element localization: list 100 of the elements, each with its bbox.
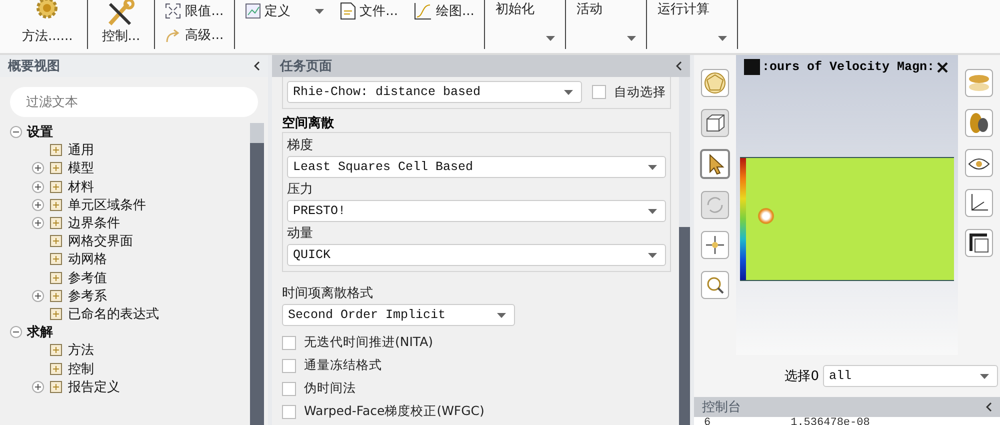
chart-icon [244,3,261,19]
dropdown-caret-icon [546,36,556,41]
checkbox-label: Warped-Face梯度校正(WFGC) [304,403,484,420]
tree-item[interactable]: 设置 [27,123,53,142]
axes-icon[interactable] [965,189,993,217]
dropdown-caret-icon [314,8,324,14]
ribbon-button[interactable]: 绘图... [436,2,474,20]
tree-item[interactable]: 材料 [68,178,94,196]
dropdown[interactable]: PRESTO! [287,200,666,222]
field-label: 梯度 [287,137,314,154]
checkbox[interactable] [282,382,296,396]
expand-toggle[interactable] [32,380,44,393]
dropdown-caret-icon [648,252,657,258]
expand-toggle[interactable] [32,162,44,174]
expand-toggle[interactable] [32,198,44,211]
dropdown-caret-icon [648,164,657,170]
tree-item[interactable]: 边界条件 [68,214,120,232]
tree-item-icon [49,306,63,321]
square-icon[interactable] [965,229,993,257]
field-label: 压力 [287,181,314,198]
console-text: 6 [704,417,711,425]
ribbon-menu[interactable]: 活动 [576,0,636,18]
tree-item-icon [49,270,63,285]
tree-item[interactable]: 动网格 [68,250,107,268]
checkbox-label: 自动选择 [614,84,666,100]
tree-item-icon [49,198,63,212]
eye-icon[interactable] [965,149,993,177]
checkbox-label: 通量冻结格式 [304,357,382,374]
collapse-toggle[interactable] [10,126,22,138]
ribbon-menu[interactable]: 运行计算 [657,0,728,18]
dropdown-caret-icon [627,36,636,41]
console-text: 1.536478e-08 [790,417,870,425]
tree-item-icon [49,143,63,158]
dropdown[interactable]: Second Order Implicit [282,304,515,326]
tree-item[interactable]: 参考系 [68,286,107,305]
sphere-mesh-icon[interactable] [701,69,729,97]
tree-item-icon [49,216,63,230]
panel-title: 概要视图 [8,58,60,75]
collapse-icon[interactable] [254,61,260,71]
scrollbar[interactable] [679,77,690,425]
dropdown-caret-icon [497,312,506,318]
tree-item[interactable]: 已命名的表达式 [68,304,159,323]
checkbox[interactable] [282,404,296,418]
close-icon[interactable] [936,62,948,72]
tree-item[interactable]: 求解 [27,323,53,342]
ribbon-menu[interactable]: 初始化 [495,0,556,18]
expand-corners-icon [165,3,182,19]
tree-item[interactable]: 参考值 [68,268,107,287]
tree-item-icon [49,362,63,376]
dropdown-caret-icon [564,90,573,94]
checkbox[interactable] [282,358,296,372]
tree-item[interactable]: 模型 [68,159,94,178]
ribbon-button[interactable]: 控制... [102,27,140,45]
curved-arrow-icon [165,27,182,43]
cube-icon[interactable] [701,109,729,137]
dropdown-caret-icon [980,374,989,378]
collapse-icon[interactable] [986,402,992,412]
collapse-icon[interactable] [676,61,682,71]
ribbon-button[interactable]: 方法...... [22,27,73,45]
wrench-screwdriver-icon[interactable] [106,0,136,26]
contour-logo-icon [744,59,760,75]
filter-field[interactable]: 过滤文本 [10,87,258,117]
ribbon-button[interactable]: 定义 [264,2,291,20]
tree-item-icon [49,380,63,394]
tree-item-icon [49,161,63,176]
section-title: 空间离散 [282,114,335,132]
leaf-shapes-icon[interactable] [965,109,993,137]
ribbon-button[interactable]: 文件... [360,2,398,20]
tree-item-icon [49,343,63,358]
tree-item[interactable]: 报告定义 [68,378,120,396]
graphics-title: :ours of Velocity Magn: [762,60,935,74]
panel-title: 控制台 [702,399,741,416]
tree-item[interactable]: 通用 [68,141,94,160]
dropdown-caret-icon [648,208,657,214]
collapse-toggle[interactable] [10,326,22,338]
checkbox[interactable] [592,85,606,99]
dropdown[interactable]: Rhie-Chow: distance based [287,81,582,103]
tree-item[interactable]: 单元区域条件 [68,196,146,214]
panel-title: 任务页面 [280,58,332,75]
dropdown-caret-icon [718,36,728,41]
dropdown[interactable]: QUICK [287,244,666,266]
zoom-icon[interactable] [701,271,729,299]
dropdown[interactable]: Least Squares Cell Based [287,156,666,178]
ribbon-button[interactable]: 限值... [185,2,224,20]
field-label: 动量 [287,225,314,242]
tree-item[interactable]: 控制 [68,360,94,378]
dropdown[interactable]: all [823,365,998,387]
checkbox[interactable] [282,336,296,350]
checkbox-label: 无迭代时间推进(NITA) [304,334,434,351]
expand-toggle[interactable] [32,290,44,302]
expand-toggle[interactable] [32,217,44,230]
expand-toggle[interactable] [32,180,44,193]
tree-item[interactable]: 网格交界面 [68,232,133,250]
pointer-icon[interactable] [700,149,730,179]
curve-plot-icon [414,2,432,20]
scrollbar[interactable] [250,123,264,425]
tree-item-icon [49,234,63,248]
ribbon-button[interactable]: 高级... [185,26,224,44]
checkbox-label: 伪时间法 [304,380,356,397]
tree-item[interactable]: 方法 [68,341,94,360]
